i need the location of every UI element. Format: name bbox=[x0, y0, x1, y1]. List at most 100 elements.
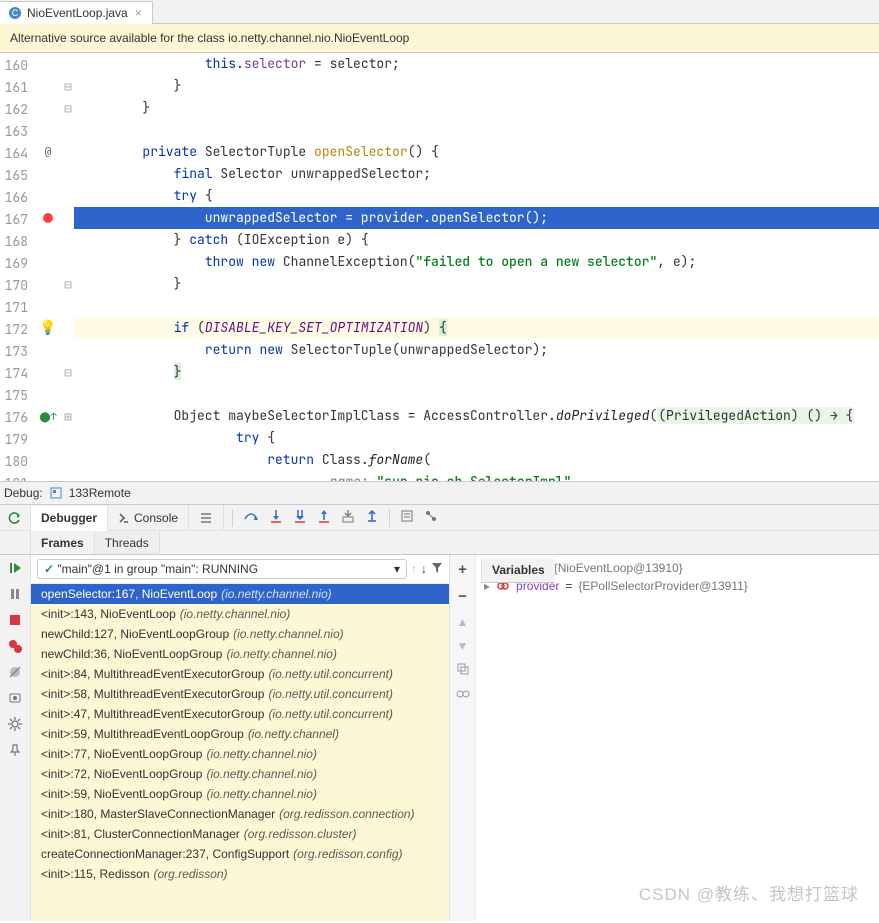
line-number[interactable]: 176 bbox=[2, 407, 28, 429]
line-number[interactable]: 175 bbox=[2, 385, 28, 407]
thread-dump-icon[interactable] bbox=[189, 505, 224, 530]
line-number[interactable]: 172 bbox=[2, 319, 28, 341]
fold-marker[interactable] bbox=[62, 185, 74, 207]
next-frame-icon[interactable]: ↓ bbox=[421, 562, 427, 576]
pin-icon[interactable] bbox=[7, 742, 23, 758]
code-line[interactable]: } bbox=[74, 75, 879, 97]
stack-frame[interactable]: <init>:77, NioEventLoopGroup(io.netty.ch… bbox=[31, 744, 449, 764]
code-line[interactable]: } bbox=[74, 361, 879, 383]
gutter-icon[interactable] bbox=[34, 163, 62, 185]
gutter-icon[interactable]: @ bbox=[34, 141, 62, 163]
stack-frame[interactable]: <init>:59, MultithreadEventLoopGroup(io.… bbox=[31, 724, 449, 744]
stack-frame[interactable]: <init>:84, MultithreadEventExecutorGroup… bbox=[31, 664, 449, 684]
gutter-icon[interactable] bbox=[34, 229, 62, 251]
step-into-icon[interactable] bbox=[269, 509, 283, 526]
move-up-icon[interactable]: ▲ bbox=[457, 615, 469, 629]
evaluate-icon[interactable] bbox=[400, 509, 414, 526]
line-number[interactable]: 167 bbox=[2, 209, 28, 231]
fold-marker[interactable] bbox=[62, 449, 74, 471]
line-number[interactable]: 169 bbox=[2, 253, 28, 275]
stack-frame[interactable]: <init>:81, ClusterConnectionManager(org.… bbox=[31, 824, 449, 844]
stack-frame[interactable]: <init>:58, MultithreadEventExecutorGroup… bbox=[31, 684, 449, 704]
fold-marker[interactable] bbox=[62, 119, 74, 141]
fold-marker[interactable] bbox=[62, 53, 74, 75]
gutter-icon[interactable]: ⬤↑ bbox=[34, 405, 62, 427]
code-line[interactable]: private SelectorTuple openSelector() { bbox=[74, 141, 879, 163]
gutter-icon[interactable] bbox=[34, 273, 62, 295]
code-line[interactable]: try { bbox=[74, 185, 879, 207]
gutter-icon[interactable] bbox=[34, 185, 62, 207]
stack-frame[interactable]: createConnectionManager:237, ConfigSuppo… bbox=[31, 844, 449, 864]
stack-frame[interactable]: newChild:127, NioEventLoopGroup(io.netty… bbox=[31, 624, 449, 644]
fold-marker[interactable]: ⊞ bbox=[62, 405, 74, 427]
frames-tab[interactable]: Frames bbox=[31, 531, 95, 554]
gutter-icon[interactable] bbox=[34, 251, 62, 273]
variables-tab[interactable]: Variables bbox=[481, 559, 555, 583]
fold-marker[interactable]: ⊟ bbox=[62, 97, 74, 119]
debug-tool-window-header[interactable]: Debug: 133Remote bbox=[0, 481, 879, 505]
fold-marker[interactable] bbox=[62, 295, 74, 317]
breakpoint-icon[interactable] bbox=[43, 213, 53, 223]
line-number[interactable]: 180 bbox=[2, 451, 28, 473]
force-step-into-icon[interactable] bbox=[293, 509, 307, 526]
stack-frame[interactable]: <init>:59, NioEventLoopGroup(io.netty.ch… bbox=[31, 784, 449, 804]
run-to-cursor-icon[interactable] bbox=[365, 509, 379, 526]
debugger-tab[interactable]: Debugger bbox=[31, 506, 108, 531]
code-line[interactable]: if (DISABLE_KEY_SET_OPTIMIZATION) { bbox=[74, 317, 879, 339]
drop-frame-icon[interactable] bbox=[341, 509, 355, 526]
line-number[interactable]: 163 bbox=[2, 121, 28, 143]
code-line[interactable]: try { bbox=[74, 427, 879, 449]
thread-selector[interactable]: ✓ "main"@1 in group "main": RUNNING ▾ bbox=[37, 559, 407, 579]
line-number[interactable]: 166 bbox=[2, 187, 28, 209]
gutter-icon[interactable] bbox=[34, 53, 62, 75]
filter-icon[interactable] bbox=[431, 562, 443, 577]
prev-frame-icon[interactable]: ↑ bbox=[411, 562, 417, 576]
code-line[interactable] bbox=[74, 383, 879, 405]
duplicate-icon[interactable] bbox=[457, 663, 469, 678]
stack-frame[interactable]: <init>:47, MultithreadEventExecutorGroup… bbox=[31, 704, 449, 724]
remove-watch-icon[interactable]: − bbox=[458, 588, 467, 605]
code-line[interactable]: final Selector unwrappedSelector; bbox=[74, 163, 879, 185]
editor-tab[interactable]: C NioEventLoop.java × bbox=[0, 1, 153, 24]
gutter-icon[interactable] bbox=[34, 449, 62, 471]
line-number[interactable]: 168 bbox=[2, 231, 28, 253]
step-out-icon[interactable] bbox=[317, 509, 331, 526]
code-line[interactable] bbox=[74, 295, 879, 317]
fold-marker[interactable]: ⊟ bbox=[62, 273, 74, 295]
rerun-button[interactable] bbox=[0, 505, 31, 530]
code-line[interactable]: } catch (IOException e) { bbox=[74, 229, 879, 251]
move-down-icon[interactable]: ▼ bbox=[457, 639, 469, 653]
line-number[interactable]: 179 bbox=[2, 429, 28, 451]
code-editor[interactable]: 1601611621631641651661671681691701711721… bbox=[0, 53, 879, 481]
line-number[interactable]: 173 bbox=[2, 341, 28, 363]
code-line[interactable]: this.selector = selector; bbox=[74, 53, 879, 75]
line-number[interactable]: 164 bbox=[2, 143, 28, 165]
fold-marker[interactable] bbox=[62, 471, 74, 481]
fold-marker[interactable] bbox=[62, 163, 74, 185]
fold-marker[interactable]: ⊟ bbox=[62, 75, 74, 97]
code-line[interactable] bbox=[74, 119, 879, 141]
line-number[interactable]: 171 bbox=[2, 297, 28, 319]
code-area[interactable]: this.selector = selector; } } private Se… bbox=[74, 53, 879, 481]
trace-icon[interactable] bbox=[424, 509, 438, 526]
stack-frame[interactable]: newChild:36, NioEventLoopGroup(io.netty.… bbox=[31, 644, 449, 664]
line-number[interactable]: 162 bbox=[2, 99, 28, 121]
line-number[interactable]: 165 bbox=[2, 165, 28, 187]
fold-marker[interactable] bbox=[62, 317, 74, 339]
fold-marker[interactable] bbox=[62, 427, 74, 449]
stop-icon[interactable] bbox=[7, 612, 23, 628]
gutter-icon[interactable] bbox=[34, 97, 62, 119]
get-thread-dump-icon[interactable] bbox=[7, 690, 23, 706]
view-breakpoints-icon[interactable] bbox=[7, 638, 23, 654]
stack-frame[interactable]: <init>:143, NioEventLoop(io.netty.channe… bbox=[31, 604, 449, 624]
close-icon[interactable]: × bbox=[133, 6, 144, 20]
gutter-icon[interactable] bbox=[34, 75, 62, 97]
code-line[interactable]: return Class.forName( bbox=[74, 449, 879, 471]
gutter-icon[interactable] bbox=[34, 361, 62, 383]
step-over-icon[interactable] bbox=[243, 509, 259, 526]
new-watch-icon[interactable]: + bbox=[458, 561, 467, 578]
override-icon[interactable]: @ bbox=[45, 145, 52, 159]
variables-list[interactable]: ▸this = {NioEventLoop@13910}▸provider = … bbox=[476, 555, 879, 921]
code-line[interactable]: Object maybeSelectorImplClass = AccessCo… bbox=[74, 405, 879, 427]
code-line[interactable]: throw new ChannelException("failed to op… bbox=[74, 251, 879, 273]
